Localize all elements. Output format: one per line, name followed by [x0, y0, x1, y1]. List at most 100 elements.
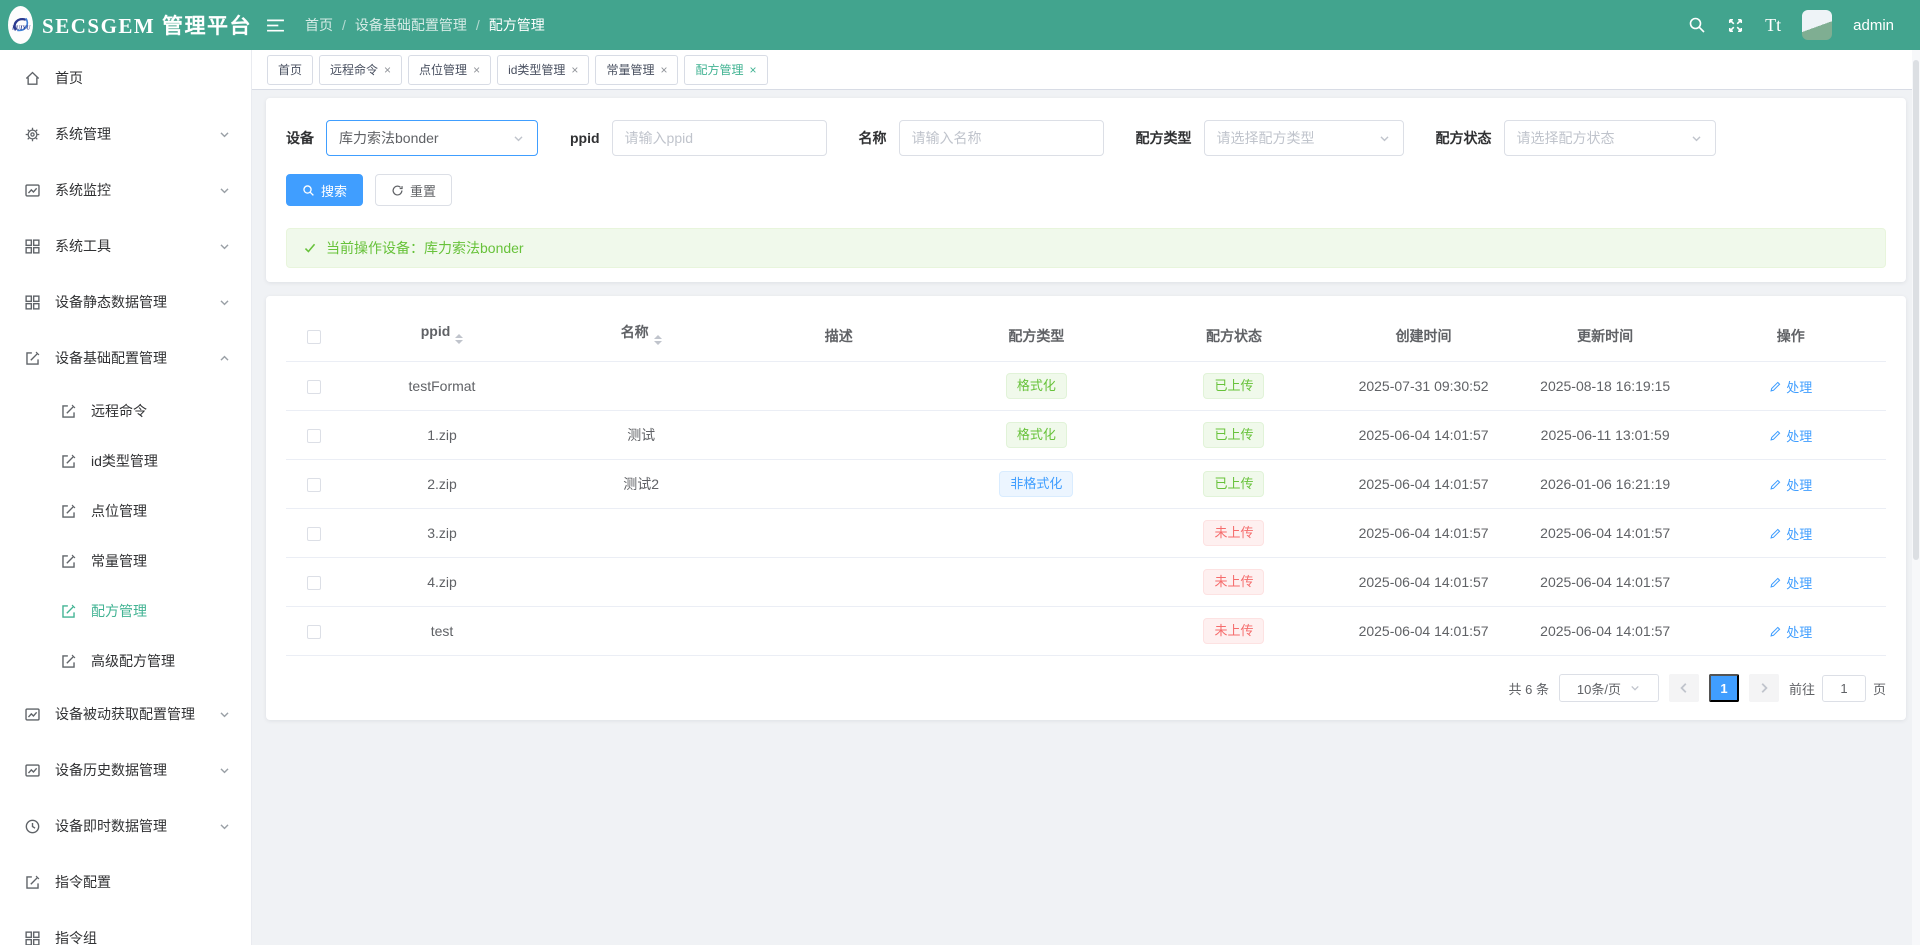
column-header-ppid[interactable]: ppid — [342, 308, 542, 362]
select-all-checkbox[interactable] — [307, 329, 321, 344]
sort-carets-icon[interactable] — [455, 330, 464, 348]
tab-home[interactable]: 首页 — [267, 54, 314, 85]
handle-link[interactable]: 处理 — [1769, 573, 1812, 592]
cell-name — [542, 361, 741, 411]
sidebar-item-remote-command[interactable]: 远程命令 — [0, 386, 251, 436]
chart-icon — [24, 182, 41, 199]
close-icon[interactable]: × — [660, 64, 667, 76]
cell-action: 处理 — [1695, 459, 1886, 509]
sidebar-item-advanced-recipe[interactable]: 高级配方管理 — [0, 636, 251, 686]
cell-action: 处理 — [1695, 410, 1886, 460]
cell-updated: 2025-08-18 16:19:15 — [1514, 361, 1696, 411]
sidebar-item-system-management[interactable]: 系统管理 — [0, 106, 251, 162]
table-row: 3.zip 未上传 2025-06-04 14:01:57 2025-06-04 14… — [286, 508, 1886, 558]
row-checkbox[interactable] — [307, 527, 321, 542]
sidebar-item-constant[interactable]: 常量管理 — [0, 536, 251, 586]
table-card: ppid 名称 描述 配方类型 配方状态 创建时间 更新时间 操作 testFormat 格式化… — [266, 296, 1906, 720]
handle-link[interactable]: 处理 — [1769, 622, 1812, 641]
close-icon[interactable]: × — [384, 64, 391, 76]
sidebar-item-label: 远程命令 — [91, 403, 147, 419]
pagination: 共 6 条 10条/页 1 前往 页 — [286, 674, 1886, 702]
breadcrumb-parent[interactable]: 设备基础配置管理 — [355, 15, 467, 35]
sidebar-item-system-monitor[interactable]: 系统监控 — [0, 162, 251, 218]
column-label: 名称 — [620, 324, 649, 340]
sidebar-item-label: 常量管理 — [91, 553, 147, 569]
row-checkbox[interactable] — [307, 429, 321, 444]
sidebar-item-home[interactable]: 首页 — [0, 50, 251, 106]
sidebar-item-device-passive-config[interactable]: 设备被动获取配置管理 — [0, 686, 251, 742]
recipe-status-select[interactable]: 请选择配方状态 — [1503, 120, 1716, 156]
sidebar-item-device-base-config[interactable]: 设备基础配置管理 — [0, 330, 251, 386]
sidebar-item-device-static-data[interactable]: 设备静态数据管理 — [0, 274, 251, 330]
breadcrumb-home[interactable]: 首页 — [305, 15, 333, 35]
ppid-input[interactable] — [624, 130, 814, 146]
tab-label: 点位管理 — [419, 63, 468, 77]
edit-icon — [24, 350, 41, 367]
tab-point-position[interactable]: 点位管理 × — [408, 54, 492, 85]
sidebar-item-device-realtime-data[interactable]: 设备即时数据管理 — [0, 798, 251, 854]
close-icon[interactable]: × — [571, 64, 578, 76]
column-header-name[interactable]: 名称 — [542, 308, 741, 362]
chevron-down-icon — [1690, 132, 1703, 145]
handle-link[interactable]: 处理 — [1769, 426, 1812, 445]
table-row: testFormat 格式化 已上传 2025-07-31 09:30:52 2025-… — [286, 361, 1886, 411]
page-number-1[interactable]: 1 — [1708, 674, 1739, 702]
page-scrollbar[interactable] — [1912, 50, 1920, 945]
page-size-select[interactable]: 10条/页 — [1558, 674, 1659, 702]
scrollbar-thumb[interactable] — [1913, 60, 1919, 560]
filter-recipe-type: 配方类型 请选择配方类型 — [1136, 120, 1404, 156]
fullscreen-icon[interactable] — [1727, 17, 1744, 34]
sidebar-item-point-position[interactable]: 点位管理 — [0, 486, 251, 536]
cell-name: 测试2 — [542, 459, 741, 509]
tab-remote-command[interactable]: 远程命令 × — [319, 54, 403, 85]
row-checkbox[interactable] — [307, 625, 321, 640]
sidebar-collapse-icon[interactable] — [266, 18, 285, 33]
name-input[interactable] — [911, 130, 1091, 146]
cell-type: 格式化 — [937, 361, 1136, 411]
sort-carets-icon[interactable] — [653, 331, 662, 349]
next-page-button[interactable] — [1748, 674, 1779, 702]
device-select[interactable]: 库力索法bonder — [326, 120, 538, 156]
row-checkbox[interactable] — [307, 478, 321, 493]
search-button[interactable]: 搜索 — [286, 174, 364, 206]
handle-link[interactable]: 处理 — [1769, 377, 1812, 396]
sidebar-item-device-history-data[interactable]: 设备历史数据管理 — [0, 742, 251, 798]
sidebar-item-system-tools[interactable]: 系统工具 — [0, 218, 251, 274]
chevron-down-icon — [218, 240, 231, 253]
recipe-type-select[interactable]: 请选择配方类型 — [1203, 120, 1404, 156]
row-checkbox[interactable] — [307, 380, 321, 395]
chevron-up-icon — [218, 352, 231, 365]
avatar[interactable] — [1802, 10, 1833, 40]
row-checkbox[interactable] — [307, 576, 321, 591]
breadcrumb-separator: / — [342, 17, 346, 33]
sidebar-item-command-config[interactable]: 指令配置 — [0, 854, 251, 910]
reset-button[interactable]: 重置 — [375, 174, 453, 206]
tabs-bar: 首页 远程命令 × 点位管理 × id类型管理 × 常量管理 × 配方管理 × — [252, 50, 1920, 90]
column-label: 描述 — [824, 327, 853, 344]
sidebar-item-label: 设备被动获取配置管理 — [55, 706, 195, 722]
cell-status: 未上传 — [1135, 557, 1333, 607]
tab-constant[interactable]: 常量管理 × — [595, 54, 679, 85]
buttons-row: 搜索 重置 — [286, 174, 1886, 206]
filter-name: 名称 — [859, 120, 1104, 156]
recipe-type-label: 配方类型 — [1135, 130, 1192, 146]
cell-created: 2025-06-04 14:01:57 — [1332, 508, 1515, 558]
handle-link[interactable]: 处理 — [1769, 475, 1812, 494]
close-icon[interactable]: × — [749, 64, 756, 76]
goto-page-input[interactable] — [1821, 674, 1866, 702]
font-size-icon[interactable]: Tt — [1765, 15, 1781, 36]
cell-status: 未上传 — [1135, 508, 1333, 558]
tab-recipe[interactable]: 配方管理 × — [684, 54, 768, 85]
close-icon[interactable]: × — [473, 64, 480, 76]
handle-link[interactable]: 处理 — [1769, 524, 1812, 543]
breadcrumb-current: 配方管理 — [488, 17, 545, 33]
column-header-status: 配方状态 — [1135, 308, 1333, 362]
search-icon[interactable] — [1688, 16, 1706, 34]
tab-id-type[interactable]: id类型管理 × — [497, 54, 590, 85]
username[interactable]: admin — [1853, 17, 1894, 34]
sidebar-item-id-type[interactable]: id类型管理 — [0, 436, 251, 486]
sidebar-item-command-group[interactable]: 指令组 — [0, 910, 251, 945]
sidebar-item-recipe[interactable]: 配方管理 — [0, 586, 251, 636]
cell-updated: 2025-06-04 14:01:57 — [1514, 606, 1696, 656]
prev-page-button[interactable] — [1668, 674, 1699, 702]
